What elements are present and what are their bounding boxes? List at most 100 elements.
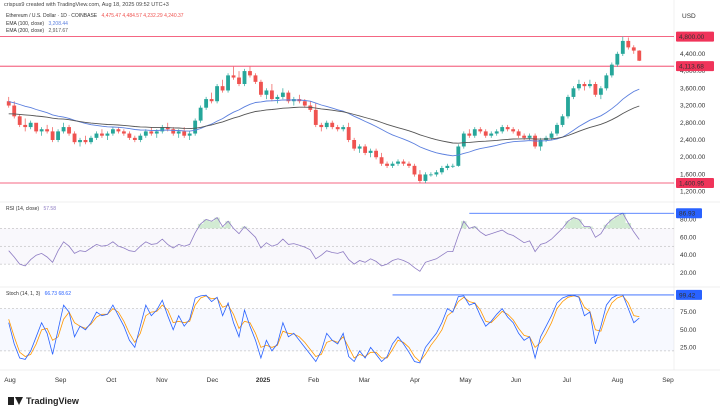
candle	[110, 127, 115, 136]
candle-body	[61, 127, 66, 132]
candle	[269, 84, 274, 102]
candle	[319, 122, 324, 132]
time-tick-label: Feb	[308, 377, 320, 384]
candle	[193, 118, 198, 136]
candle	[100, 129, 104, 138]
candle	[237, 71, 241, 87]
candle	[396, 159, 400, 166]
candle-body	[319, 124, 324, 128]
candle-body	[593, 84, 598, 95]
candle-body	[110, 129, 115, 134]
candle	[439, 165, 444, 175]
candle	[220, 79, 225, 93]
candle	[56, 129, 61, 143]
candle-body	[609, 64, 614, 76]
candle	[560, 114, 565, 128]
rsi-overbought-fill	[565, 221, 571, 229]
price-tick-label: 1,600.00	[680, 171, 706, 178]
candle-body	[346, 127, 351, 140]
candle	[494, 129, 499, 136]
candle-body	[138, 135, 143, 140]
candle-body	[176, 131, 181, 134]
candle-body	[505, 127, 510, 130]
time-tick-label: Jul	[563, 377, 572, 384]
time-tick-label: Sep	[662, 377, 674, 384]
candle-body	[527, 135, 532, 138]
candle-body	[615, 53, 620, 65]
stoch-tick-label: 50.00	[680, 327, 697, 334]
candle-body	[100, 133, 104, 136]
price-tick-label: 2,400.00	[680, 137, 706, 144]
candle-body	[445, 165, 450, 168]
price-chart[interactable]: USD 1,200.00 1,600.00 2,000.00 2,400.00 2,800…	[0, 0, 720, 411]
candle	[434, 170, 439, 177]
candle-body	[204, 99, 209, 108]
candle	[231, 66, 236, 80]
candle	[505, 124, 510, 132]
candle	[418, 170, 422, 184]
candle-body	[127, 133, 132, 138]
candle-body	[566, 96, 570, 117]
time-tick-label: Oct	[106, 377, 116, 384]
candle	[209, 92, 214, 104]
candle-body	[121, 131, 126, 134]
rsi-overbought-fill	[225, 221, 231, 229]
tradingview-icon	[8, 397, 23, 405]
candle-body	[511, 129, 516, 132]
candle	[538, 137, 543, 151]
candle-body	[72, 133, 77, 143]
candle	[72, 131, 77, 145]
candle	[248, 66, 252, 78]
tradingview-logo[interactable]: TradingView	[8, 396, 79, 406]
candle-body	[352, 140, 357, 149]
candle-body	[45, 129, 50, 132]
candle	[374, 148, 379, 160]
candle	[472, 127, 477, 138]
candle-body	[549, 133, 554, 138]
candle-body	[209, 99, 214, 102]
candle	[61, 122, 66, 134]
candle	[138, 133, 143, 143]
rsi-overbought-fill	[576, 219, 582, 229]
candle	[297, 94, 302, 104]
ema100-line	[8, 88, 640, 157]
candle-body	[494, 131, 499, 134]
candle-body	[154, 131, 159, 134]
candle	[67, 124, 71, 136]
candle-body	[555, 124, 559, 134]
time-tick-label: Sep	[55, 377, 67, 384]
time-tick-label: Aug	[4, 377, 16, 384]
candle	[242, 68, 247, 87]
candle	[516, 129, 521, 138]
candle	[620, 36, 625, 56]
candle	[445, 163, 450, 171]
time-tick-label: Apr	[410, 377, 421, 384]
candle	[160, 124, 165, 134]
level-label: 1,400.95	[679, 181, 705, 188]
candle	[357, 144, 362, 153]
time-tick-label: 2025	[256, 377, 271, 384]
candle	[105, 131, 110, 140]
level-label: 4,800.00	[679, 34, 705, 41]
candle	[17, 114, 22, 128]
price-tick-label: 1,200.00	[680, 189, 706, 196]
candle-body	[423, 174, 428, 181]
candle-body	[34, 122, 39, 132]
candle	[308, 101, 313, 112]
candle	[483, 129, 488, 138]
candle	[313, 103, 318, 128]
candle	[478, 127, 483, 134]
candle-body	[259, 81, 263, 95]
candle	[631, 45, 636, 54]
candle	[335, 124, 340, 132]
candle-body	[17, 116, 22, 125]
ema200-line	[8, 105, 640, 144]
candle-body	[363, 146, 368, 153]
candle	[461, 131, 466, 149]
candle-body	[500, 127, 505, 132]
candle	[637, 50, 642, 62]
candle-body	[330, 122, 335, 128]
candle	[187, 131, 192, 140]
candle-body	[637, 50, 642, 61]
price-tick-label: 3,600.00	[680, 85, 706, 92]
